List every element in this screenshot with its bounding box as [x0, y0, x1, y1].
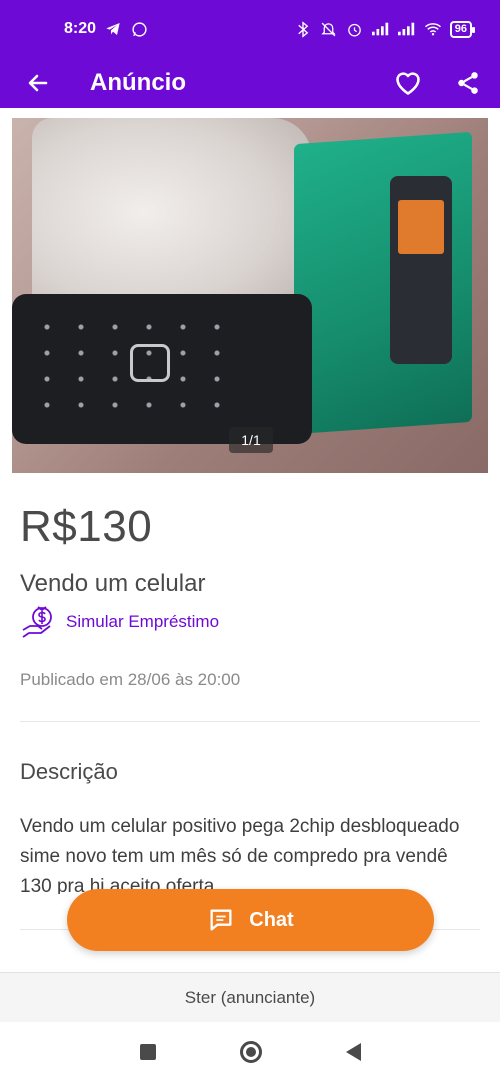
share-icon: [458, 72, 478, 94]
share-button[interactable]: [452, 67, 484, 99]
money-bag-hand-icon: [22, 606, 52, 638]
heart-icon: [396, 72, 420, 95]
seller-bar[interactable]: Ster (anunciante): [0, 972, 500, 1022]
signal-icon: [371, 20, 390, 38]
seller-name: Ster (anunciante): [184, 987, 316, 1007]
simulate-loan-label: Simular Empréstimo: [66, 612, 220, 631]
status-bar: 8:20 96: [0, 0, 500, 58]
chat-bubble-icon: [210, 909, 232, 931]
app-bar-actions: [392, 67, 484, 99]
page-title: Anúncio: [90, 69, 186, 96]
published-date: Publicado em 28/06 às 20:00: [20, 670, 241, 689]
ad-price: R$130: [20, 502, 153, 551]
status-left: 8:20: [64, 20, 148, 38]
photo-box-screen: [398, 200, 444, 254]
favorite-button[interactable]: [392, 67, 424, 99]
ad-photo-gallery[interactable]: [0, 108, 500, 476]
recent-apps-button[interactable]: [139, 1044, 156, 1060]
signal-2-icon: [397, 20, 416, 38]
photo-pager: 1/1: [229, 427, 273, 453]
chat-button-label: Chat: [249, 908, 294, 931]
status-right: 96: [294, 20, 476, 38]
bluetooth-icon: [294, 20, 312, 38]
app-bar: Anúncio: [0, 58, 500, 108]
back-button[interactable]: [20, 65, 56, 101]
status-time: 8:20: [64, 20, 97, 37]
battery-indicator: 96: [449, 20, 476, 38]
chat-button[interactable]: Chat: [67, 889, 434, 951]
divider: [20, 721, 480, 722]
mute-icon: [320, 20, 338, 38]
telegram-icon: [104, 20, 122, 38]
wifi-icon: [424, 20, 442, 38]
ad-photo: [12, 118, 488, 473]
simulate-loan-link[interactable]: Simular Empréstimo: [20, 604, 219, 640]
photo-phone-dpad: [130, 344, 170, 382]
whatsapp-icon: [130, 20, 148, 38]
alarm-icon: [346, 20, 364, 38]
arrow-left-icon: [28, 74, 48, 92]
system-back-button[interactable]: [345, 1043, 361, 1061]
description-text: Vendo um celular positivo pega 2chip des…: [20, 816, 460, 894]
description-heading: Descrição: [20, 759, 118, 784]
ad-title: Vendo um celular: [20, 570, 206, 597]
system-nav-bar: [0, 1022, 500, 1082]
home-button[interactable]: [239, 1041, 262, 1063]
